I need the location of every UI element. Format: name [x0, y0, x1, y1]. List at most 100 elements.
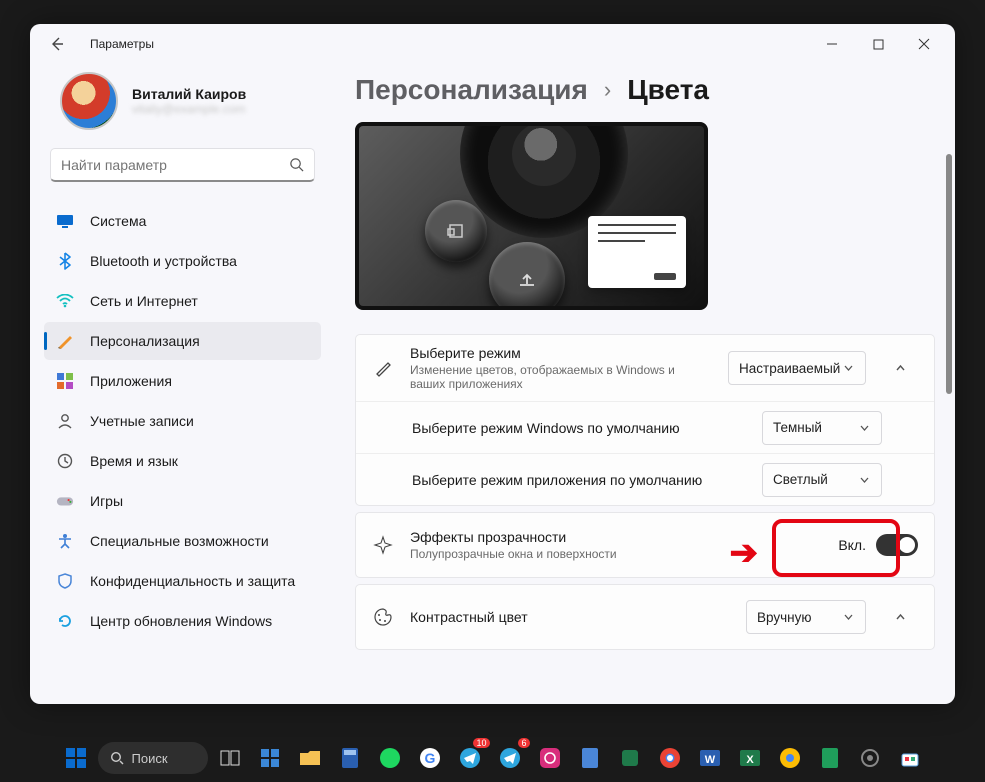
- avatar: [60, 72, 118, 130]
- sidebar-item-label: Учетные записи: [90, 413, 194, 429]
- content-area: Персонализация › Цвета: [335, 64, 955, 704]
- chevron-right-icon: ›: [604, 77, 611, 103]
- sidebar-item-apps[interactable]: Приложения: [44, 362, 321, 400]
- back-button[interactable]: [48, 35, 66, 53]
- app-mode-dropdown[interactable]: Светлый: [762, 463, 882, 497]
- spotify-icon[interactable]: [372, 740, 408, 776]
- monitor-icon: [56, 212, 74, 230]
- notes-icon[interactable]: [572, 740, 608, 776]
- sidebar-item-label: Конфиденциальность и защита: [90, 573, 295, 589]
- titlebar: Параметры: [30, 24, 955, 64]
- chevron-down-icon: [843, 611, 855, 623]
- telegram2-icon[interactable]: 6: [492, 740, 528, 776]
- user-icon: [56, 412, 74, 430]
- dropdown-value: Настраиваемый: [739, 361, 840, 376]
- taskbar: Поиск G 10 6 W X: [0, 734, 985, 782]
- bluetooth-icon: [56, 252, 74, 270]
- sidebar-item-label: Специальные возможности: [90, 533, 269, 549]
- search-icon: [289, 157, 304, 172]
- telegram-icon[interactable]: 10: [452, 740, 488, 776]
- accent-dropdown[interactable]: Вручную: [746, 600, 866, 634]
- access-icon: [56, 532, 74, 550]
- mode-dropdown[interactable]: Настраиваемый: [728, 351, 866, 385]
- breadcrumb: Персонализация › Цвета: [349, 64, 935, 122]
- page-title: Цвета: [627, 74, 709, 106]
- accent-row[interactable]: Контрастный цвет Вручную: [356, 585, 934, 649]
- windows-mode-label: Выберите режим Windows по умолчанию: [412, 420, 762, 436]
- user-email: vitaliy@example.com: [132, 102, 246, 116]
- start-button[interactable]: [58, 740, 94, 776]
- instagram-icon[interactable]: [532, 740, 568, 776]
- sidebar-item-label: Сеть и Интернет: [90, 293, 198, 309]
- sidebar-item-accounts[interactable]: Учетные записи: [44, 402, 321, 440]
- user-profile[interactable]: Виталий Каиров vitaliy@example.com: [44, 64, 321, 148]
- transparency-toggle[interactable]: [876, 534, 918, 556]
- excel-icon[interactable]: X: [732, 740, 768, 776]
- search-box[interactable]: [50, 148, 315, 182]
- scrollbar-thumb[interactable]: [946, 154, 952, 394]
- dropdown-value: Темный: [773, 420, 822, 435]
- sheets-icon[interactable]: [812, 740, 848, 776]
- maximize-button[interactable]: [855, 28, 901, 60]
- accent-card: Контрастный цвет Вручную: [355, 584, 935, 650]
- svg-text:W: W: [704, 754, 715, 766]
- calculator-icon[interactable]: [332, 740, 368, 776]
- chrome-icon[interactable]: [652, 740, 688, 776]
- nav-list: Система Bluetooth и устройства Сеть и Ин…: [44, 202, 321, 640]
- close-button[interactable]: [901, 28, 947, 60]
- chrome2-icon[interactable]: [772, 740, 808, 776]
- sidebar-item-privacy[interactable]: Конфиденциальность и защита: [44, 562, 321, 600]
- explorer-icon[interactable]: [292, 740, 328, 776]
- transparency-sub: Полупрозрачные окна и поверхности: [410, 547, 822, 561]
- window-preview-illustration: [588, 216, 686, 288]
- brush-icon: [56, 332, 74, 350]
- chevron-down-icon: [859, 474, 871, 486]
- sidebar: Виталий Каиров vitaliy@example.com Систе…: [30, 64, 335, 704]
- settings-window: Параметры Виталий Каиров vitaliy@example…: [30, 24, 955, 704]
- sidebar-item-network[interactable]: Сеть и Интернет: [44, 282, 321, 320]
- clock-icon: [56, 452, 74, 470]
- sidebar-item-label: Центр обновления Windows: [90, 613, 272, 629]
- settings-taskbar-icon[interactable]: [852, 740, 888, 776]
- store-icon[interactable]: [892, 740, 928, 776]
- sidebar-item-label: Игры: [90, 493, 123, 509]
- breadcrumb-parent[interactable]: Персонализация: [355, 74, 588, 106]
- sidebar-item-personalization[interactable]: Персонализация: [44, 322, 321, 360]
- window-title: Параметры: [90, 37, 154, 51]
- svg-text:X: X: [746, 754, 754, 766]
- minimize-button[interactable]: [809, 28, 855, 60]
- brush-outline-icon: [372, 357, 394, 379]
- sidebar-item-update[interactable]: Центр обновления Windows: [44, 602, 321, 640]
- google-icon[interactable]: G: [412, 740, 448, 776]
- collapse-button[interactable]: [882, 599, 918, 635]
- windows-mode-dropdown[interactable]: Темный: [762, 411, 882, 445]
- transparency-row[interactable]: Эффекты прозрачности Полупрозрачные окна…: [356, 513, 934, 577]
- widgets-button[interactable]: [252, 740, 288, 776]
- window-controls: [809, 28, 947, 60]
- search-input[interactable]: [61, 157, 289, 173]
- taskbar-search[interactable]: Поиск: [98, 742, 208, 774]
- svg-text:G: G: [424, 750, 435, 766]
- task-view-button[interactable]: [212, 740, 248, 776]
- sidebar-item-games[interactable]: Игры: [44, 482, 321, 520]
- controller-button-illustration: [425, 200, 487, 262]
- sidebar-item-label: Система: [90, 213, 146, 229]
- mode-title: Выберите режим: [410, 345, 712, 361]
- user-name: Виталий Каиров: [132, 86, 246, 102]
- sidebar-item-label: Приложения: [90, 373, 172, 389]
- transparency-title: Эффекты прозрачности: [410, 529, 822, 545]
- app-icon[interactable]: [612, 740, 648, 776]
- collapse-button[interactable]: [882, 350, 918, 386]
- sidebar-item-system[interactable]: Система: [44, 202, 321, 240]
- taskbar-search-label: Поиск: [132, 751, 168, 766]
- sidebar-item-accessibility[interactable]: Специальные возможности: [44, 522, 321, 560]
- sidebar-item-bluetooth[interactable]: Bluetooth и устройства: [44, 242, 321, 280]
- sidebar-item-label: Персонализация: [90, 333, 200, 349]
- mode-row[interactable]: Выберите режим Изменение цветов, отображ…: [356, 335, 934, 401]
- sparkle-icon: [372, 534, 394, 556]
- sidebar-item-label: Время и язык: [90, 453, 178, 469]
- word-icon[interactable]: W: [692, 740, 728, 776]
- mode-card: Выберите режим Изменение цветов, отображ…: [355, 334, 935, 506]
- sidebar-item-time[interactable]: Время и язык: [44, 442, 321, 480]
- chevron-down-icon: [843, 362, 855, 374]
